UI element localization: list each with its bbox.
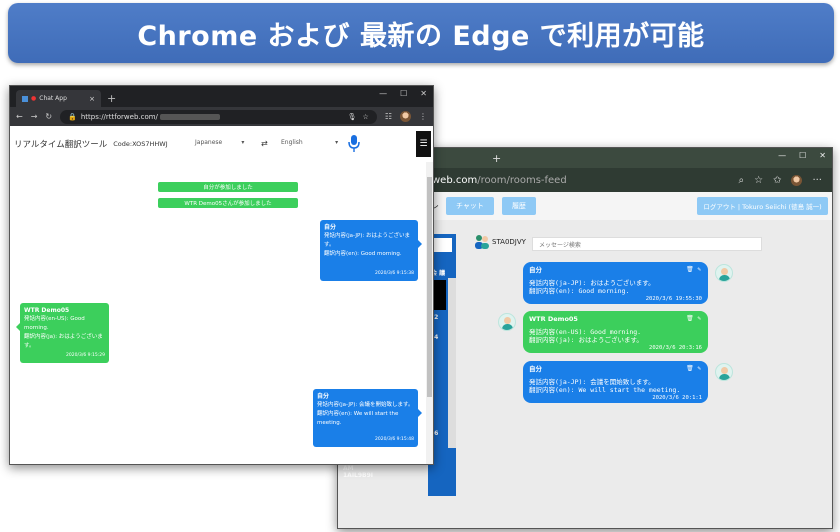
message-original: 発話内容(ja-JP): 会議を開始致します。: [317, 402, 414, 408]
delete-edit-icon[interactable]: 🗑 ✎: [686, 365, 701, 373]
zoom-icon[interactable]: ⌕: [738, 175, 744, 186]
scrollbar-thumb[interactable]: [427, 177, 432, 397]
system-message: 自分が参加しました: [158, 182, 298, 192]
message-bubble: 自分 発話内容(ja-JP): 会議を開始致します。 翻訳内容(en): We …: [313, 389, 422, 447]
mic-indicator-icon: 🎙: [347, 112, 357, 121]
url-field[interactable]: 🔒 https://rttforweb.com/ 🎙 ☆: [60, 109, 377, 124]
close-icon[interactable]: ✕: [420, 89, 427, 98]
url-path: /room/rooms-feed: [477, 174, 567, 186]
window-controls: — ☐ ✕: [379, 89, 427, 98]
bookmark-star-icon[interactable]: ☆: [363, 113, 369, 121]
history-button[interactable]: 履歴: [501, 197, 536, 215]
message-translation: 翻訳内容(en): We will start the meeting.: [529, 386, 681, 394]
room-entry-code: 1AIL9B9I: [343, 472, 374, 479]
message-timestamp: 2020/3/6 9:15:38: [375, 271, 414, 276]
message-sender: 自分: [324, 224, 337, 231]
source-language-value: Japanese: [195, 139, 223, 146]
collections-icon[interactable]: ✩: [773, 175, 781, 186]
message-sender: 自分: [529, 365, 542, 373]
message-translation: 翻訳内容(ja): おはようございます。: [24, 334, 103, 349]
source-language-select[interactable]: Japanese ▾: [195, 139, 244, 146]
avatar: [715, 363, 733, 381]
url-text: https://rttforweb.com/: [80, 112, 158, 121]
chat-scrollbar[interactable]: [426, 162, 433, 464]
menu-button[interactable]: ☰: [416, 131, 431, 157]
chat-button[interactable]: チャット: [446, 197, 494, 215]
message-sender: 自分: [529, 266, 542, 274]
back-icon[interactable]: ←: [16, 112, 23, 121]
system-message: WTR Demo05さんが参加しました: [158, 198, 298, 208]
users-icon: [474, 234, 490, 250]
sidebar-scrollbar[interactable]: [448, 278, 456, 448]
message-original: 発話内容(ja-JP): おはようございます。: [529, 279, 655, 287]
forward-icon[interactable]: →: [31, 112, 38, 121]
logout-button[interactable]: ログアウト | Tokuro Seiichi (徳島 誠一): [697, 197, 828, 215]
profile-avatar[interactable]: [400, 111, 411, 122]
message-original: 発話内容(en-US): Good morning.: [529, 328, 642, 336]
message-translation: 翻訳内容(en): Good morning.: [529, 287, 630, 295]
message-bubble: 自分 発話内容(ja-JP): おはようございます。 翻訳内容(en): Goo…: [320, 220, 422, 281]
new-tab-button[interactable]: +: [107, 90, 116, 107]
recording-icon: ●: [31, 95, 37, 102]
message-translation: 翻訳内容(en): We will start the meeting.: [317, 411, 399, 426]
tab-close-icon[interactable]: ×: [89, 95, 95, 103]
message-original: 発話内容(ja-JP): 会議を開始致します。: [529, 378, 655, 386]
message-timestamp: 2020/3/6 9:15:29: [66, 353, 105, 358]
tab-bar: ● Chat App × + — ☐ ✕: [10, 86, 433, 107]
message-timestamp: 2020/3/6 19:55:30: [645, 296, 702, 302]
user-row: STA0DJVY: [474, 234, 526, 250]
room-entry-ampm: AM: [343, 465, 354, 472]
message-timestamp: 2020/3/6 20:1:1: [652, 395, 702, 401]
message-sender: WTR Demo05: [24, 307, 70, 314]
room-code: Code:XOS7HHWJ: [113, 139, 168, 148]
banner: Chrome および 最新の Edge で利用が可能: [8, 3, 834, 63]
message-bubble: WTR Demo05 🗑 ✎ 発話内容(en-US): Good morning…: [523, 311, 708, 353]
favicon-icon: [22, 95, 28, 102]
message-search-input[interactable]: メッセージ検索: [532, 237, 762, 251]
avatar: [498, 313, 516, 331]
app-title: リアルタイム翻訳ツール: [14, 139, 108, 150]
maximize-icon[interactable]: ☐: [400, 89, 407, 98]
close-icon[interactable]: ✕: [819, 151, 826, 160]
minimize-icon[interactable]: —: [379, 89, 387, 98]
url-redacted: [159, 113, 220, 120]
banner-title: Chrome および 最新の Edge で利用が可能: [137, 20, 705, 52]
user-code: STA0DJVY: [492, 238, 526, 246]
new-tab-button[interactable]: +: [492, 150, 501, 167]
microphone-icon[interactable]: [347, 135, 361, 152]
message-bubble: WTR Demo05 発話内容(en-US): Good morning. 翻訳…: [16, 303, 109, 363]
tab-title: Chat App: [39, 95, 67, 102]
window-controls: — ☐ ✕: [778, 151, 826, 160]
message-bubble: 自分 🗑 ✎ 発話内容(ja-JP): おはようございます。 翻訳内容(en):…: [523, 262, 708, 304]
extension-icon[interactable]: ☷: [385, 112, 392, 121]
app-header: リアルタイム翻訳ツール Code:XOS7HHWJ Japanese ▾ ⇄ E…: [10, 126, 433, 161]
reload-icon[interactable]: ↻: [45, 112, 52, 121]
delete-edit-icon[interactable]: 🗑 ✎: [686, 266, 701, 274]
message-original: 発話内容(ja-JP): おはようございます。: [324, 233, 411, 248]
delete-edit-icon[interactable]: 🗑 ✎: [686, 315, 701, 323]
message-bubble: 自分 🗑 ✎ 発話内容(ja-JP): 会議を開始致します。 翻訳内容(en):…: [523, 361, 708, 403]
avatar: [715, 264, 733, 282]
message-timestamp: 2020/3/6 20:3:16: [649, 345, 702, 351]
message-translation: 翻訳内容(ja): おはようございます。: [529, 336, 643, 344]
favorite-star-icon[interactable]: ☆: [754, 175, 763, 186]
message-translation: 翻訳内容(en): Good morning.: [324, 251, 402, 257]
profile-avatar[interactable]: [791, 174, 803, 186]
more-menu-icon[interactable]: ⋮: [419, 112, 427, 121]
tab-chat-app[interactable]: ● Chat App ×: [16, 90, 101, 107]
message-original: 発話内容(en-US): Good morning.: [24, 316, 85, 331]
message-timestamp: 2020/3/6 9:15:48: [375, 437, 414, 442]
more-menu-icon[interactable]: ···: [812, 175, 822, 186]
message-sender: 自分: [317, 393, 330, 400]
target-language-select[interactable]: English ▾: [281, 139, 338, 146]
swap-language-button[interactable]: ⇄: [261, 139, 268, 148]
message-sender: WTR Demo05: [529, 315, 578, 323]
browser-window-chrome: ● Chat App × + — ☐ ✕ ← → ↻ 🔒 https://rtt…: [9, 85, 434, 465]
minimize-icon[interactable]: —: [778, 151, 786, 160]
target-language-value: English: [281, 139, 303, 146]
address-bar: ← → ↻ 🔒 https://rttforweb.com/ 🎙 ☆ ☷ ⋮: [10, 107, 433, 126]
maximize-icon[interactable]: ☐: [799, 151, 806, 160]
lock-icon: 🔒: [68, 112, 77, 121]
